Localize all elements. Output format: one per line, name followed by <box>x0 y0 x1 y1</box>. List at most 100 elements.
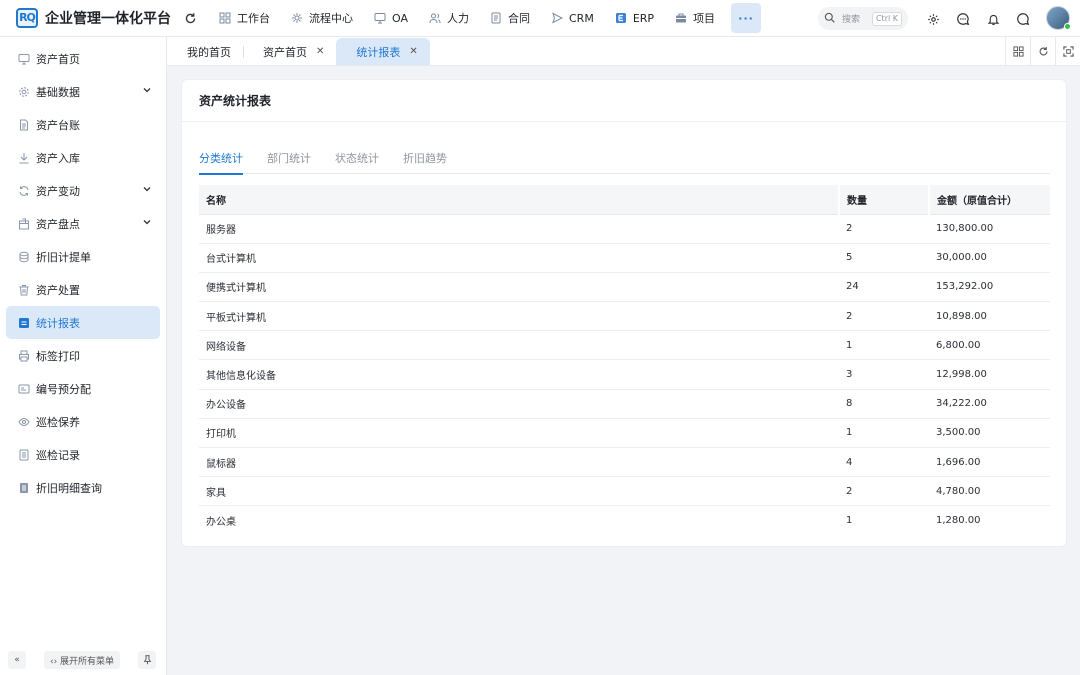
chevron-down-icon[interactable] <box>142 184 152 197</box>
table-header-row: 名称 数量 金额（原值合计） <box>199 185 1050 215</box>
nav-item-label: 流程中心 <box>309 12 353 25</box>
message-icon[interactable] <box>952 8 974 30</box>
sidebar-item-label: 基础数据 <box>36 85 80 99</box>
fullscreen-icon[interactable] <box>1055 37 1080 65</box>
sidebar-footer: « ‹› 展开所有菜单 <box>0 645 166 675</box>
sidebar-item-13[interactable]: 折旧明细查询 <box>6 471 160 504</box>
cell-amount: 1,696.00 <box>929 447 1050 478</box>
cell-amount: 1,280.00 <box>936 515 981 527</box>
top-header: RQ 企业管理一体化平台 工作台 流程中心 OA 人力 合同 CRM ERP 项目 ··· 搜… <box>0 0 1080 37</box>
close-icon[interactable]: ✕ <box>409 46 417 57</box>
column-header-name[interactable]: 名称 <box>199 185 839 215</box>
sidebar-item-8[interactable]: 统计报表 <box>6 306 160 339</box>
app-title: 企业管理一体化平台 <box>45 11 171 27</box>
expand-all-menus-button[interactable]: ‹› 展开所有菜单 <box>44 651 121 669</box>
people-icon <box>428 11 442 25</box>
collapse-sidebar-button[interactable]: « <box>8 651 26 669</box>
cell-quantity: 1 <box>839 330 929 361</box>
sidebar-item-label: 资产变动 <box>36 184 80 198</box>
logo-mark: RQ <box>16 8 38 28</box>
cell-amount: 153,292.00 <box>929 272 1050 303</box>
nav-item-3[interactable]: 人力 <box>418 3 479 33</box>
sidebar-item-label: 折旧明细查询 <box>36 481 102 495</box>
eye-icon <box>18 416 30 428</box>
table-row[interactable]: 鼠标器 4 1,696.00 <box>199 447 1050 478</box>
column-header-quantity[interactable]: 数量 <box>838 185 929 215</box>
cell-quantity: 1 <box>846 515 853 527</box>
nav-item-7[interactable]: 项目 <box>664 3 725 33</box>
subtab-1[interactable]: 部门统计 <box>267 144 311 174</box>
cell-quantity: 24 <box>839 272 929 303</box>
sidebar-item-11[interactable]: 巡检保养 <box>6 405 160 438</box>
tab-0[interactable]: 我的首页 <box>167 38 243 65</box>
more-apps-button[interactable]: ··· <box>731 3 762 33</box>
table-row[interactable]: 服务器 2 130,800.00 <box>199 214 1050 244</box>
cell-name: 打印机 <box>199 418 839 449</box>
subtab-3[interactable]: 折旧趋势 <box>403 144 447 174</box>
nav-item-0[interactable]: 工作台 <box>208 3 280 33</box>
sidebar-item-7[interactable]: 资产处置 <box>6 273 160 306</box>
trash-icon <box>18 284 30 296</box>
online-status-dot <box>1064 23 1071 30</box>
table-row[interactable]: 办公设备 8 34,222.00 <box>199 389 1050 419</box>
sidebar-item-1[interactable]: 基础数据 <box>6 75 160 108</box>
table-row[interactable]: 办公桌 1 1,280.00 <box>199 506 1050 535</box>
subtab-0[interactable]: 分类统计 <box>199 144 243 175</box>
grid-icon <box>218 11 232 25</box>
table-row[interactable]: 台式计算机 5 30,000.00 <box>199 243 1050 273</box>
pin-icon[interactable] <box>138 651 156 669</box>
cell-quantity: 4 <box>839 447 929 478</box>
column-header-amount[interactable]: 金额（原值合计） <box>928 185 1050 215</box>
cell-name: 家具 <box>199 476 839 507</box>
nav-item-2[interactable]: OA <box>363 3 418 33</box>
sidebar-item-10[interactable]: 编号预分配 <box>6 372 160 405</box>
sidebar-item-5[interactable]: 资产盘点 <box>6 207 160 240</box>
file-icon <box>18 119 30 131</box>
tab-2[interactable]: 统计报表 ✕ <box>336 38 430 65</box>
header-actions <box>922 8 1042 30</box>
app-logo[interactable]: RQ 企业管理一体化平台 <box>0 8 178 28</box>
table-row[interactable]: 打印机 1 3,500.00 <box>199 418 1050 449</box>
tab-refresh-icon[interactable] <box>1030 37 1055 65</box>
subtab-2[interactable]: 状态统计 <box>335 144 379 174</box>
sidebar-item-0[interactable]: 资产首页 <box>6 42 160 75</box>
sidebar-item-2[interactable]: 资产台账 <box>6 108 160 141</box>
search-box[interactable]: 搜索 Ctrl K <box>818 7 908 30</box>
cell-amount: 34,222.00 <box>929 389 1050 419</box>
table-row[interactable]: 家具 2 4,780.00 <box>199 476 1050 507</box>
nav-item-label: 项目 <box>693 12 716 25</box>
tab-grid-icon[interactable] <box>1005 37 1030 65</box>
sidebar-item-3[interactable]: 资产入库 <box>6 141 160 174</box>
page-title: 资产统计报表 <box>182 80 1066 122</box>
search-placeholder: 搜索 <box>842 15 861 25</box>
nav-item-6[interactable]: ERP <box>604 3 664 33</box>
tab-1[interactable]: 资产首页 ✕ <box>243 38 336 65</box>
nav-item-1[interactable]: 流程中心 <box>280 3 363 33</box>
cell-name: 服务器 <box>199 214 839 244</box>
sidebar-item-4[interactable]: 资产变动 <box>6 174 160 207</box>
close-icon[interactable]: ✕ <box>316 46 324 57</box>
refresh-icon[interactable] <box>178 12 202 25</box>
chat-icon[interactable] <box>1012 8 1034 30</box>
sidebar-item-label: 巡检记录 <box>36 448 80 462</box>
sidebar: 资产首页基础数据资产台账 资产入库资产变动资产盘点 折旧计提单 资产处置 统计报表 标签打… <box>0 37 167 675</box>
sidebar-item-12[interactable]: 巡检记录 <box>6 438 160 471</box>
report-subtabs: 分类统计 部门统计 状态统计 折旧趋势 <box>199 144 1050 175</box>
chevron-down-icon[interactable] <box>142 217 152 230</box>
chevron-down-icon[interactable] <box>142 85 152 98</box>
table-row[interactable]: 便携式计算机 24 153,292.00 <box>199 272 1050 303</box>
nav-item-label: 合同 <box>508 12 530 25</box>
table-row[interactable]: 网络设备 1 6,800.00 <box>199 330 1050 361</box>
bell-icon[interactable] <box>982 8 1004 30</box>
settings-gear-icon[interactable] <box>922 8 944 30</box>
table-row[interactable]: 平板式计算机 2 10,898.00 <box>199 301 1050 332</box>
top-nav: 工作台 流程中心 OA 人力 合同 CRM ERP 项目 <box>208 0 725 37</box>
sync-icon <box>18 185 30 197</box>
nav-item-5[interactable]: CRM <box>540 3 604 33</box>
sidebar-item-9[interactable]: 标签打印 <box>6 339 160 372</box>
sidebar-item-6[interactable]: 折旧计提单 <box>6 240 160 273</box>
document-icon <box>489 11 503 25</box>
table-row[interactable]: 其他信息化设备 3 12,998.00 <box>199 359 1050 390</box>
nav-item-4[interactable]: 合同 <box>479 3 540 33</box>
tab-label: 我的首页 <box>187 45 231 59</box>
